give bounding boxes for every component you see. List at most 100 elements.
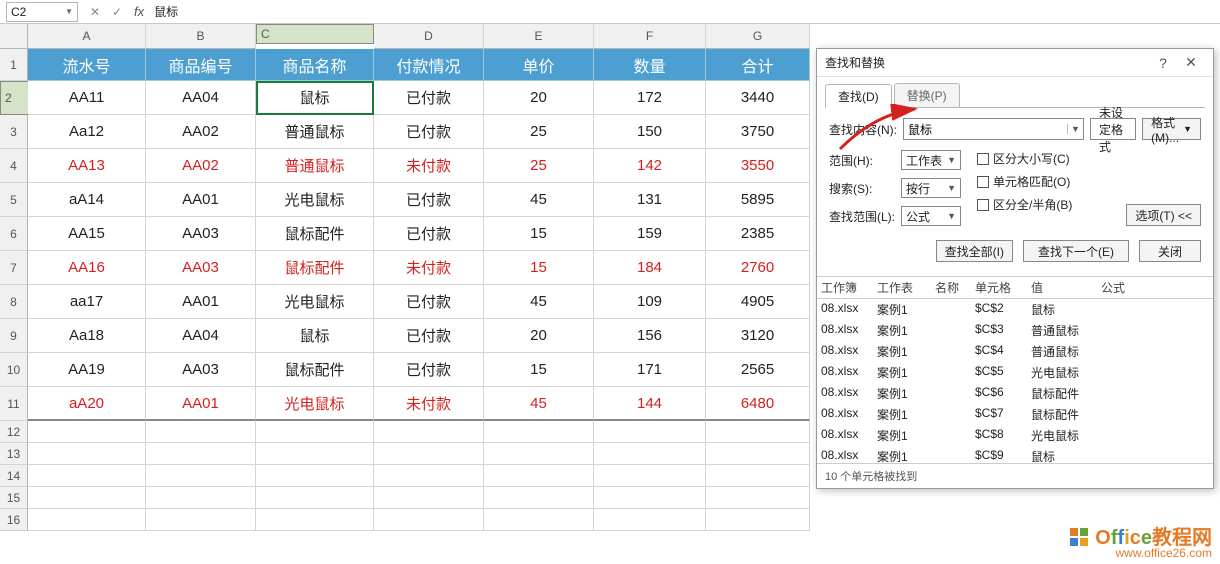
cell[interactable]: AA13 xyxy=(28,149,146,183)
cell[interactable]: 144 xyxy=(594,387,706,421)
cell[interactable]: Aa18 xyxy=(28,319,146,353)
cell[interactable]: 已付款 xyxy=(374,353,484,387)
cell[interactable] xyxy=(374,443,484,465)
cell[interactable]: AA03 xyxy=(146,353,256,387)
cell[interactable]: 25 xyxy=(484,115,594,149)
cell[interactable]: 光电鼠标 xyxy=(256,387,374,421)
cell[interactable]: 45 xyxy=(484,285,594,319)
cell[interactable]: 未付款 xyxy=(374,149,484,183)
row-header-7[interactable]: 7 xyxy=(0,251,28,285)
row-header-15[interactable]: 15 xyxy=(0,487,28,509)
cell[interactable]: 已付款 xyxy=(374,285,484,319)
cell[interactable] xyxy=(594,443,706,465)
header-cell[interactable]: 流水号 xyxy=(28,49,146,81)
result-row[interactable]: 08.xlsx案例1$C$2鼠标 xyxy=(817,299,1213,320)
cell[interactable] xyxy=(146,421,256,443)
cell[interactable]: 5895 xyxy=(706,183,810,217)
match-case-checkbox[interactable]: 区分大小写(C) xyxy=(977,150,1072,167)
cell[interactable]: 4905 xyxy=(706,285,810,319)
row-header-12[interactable]: 12 xyxy=(0,421,28,443)
cell[interactable] xyxy=(484,487,594,509)
cell[interactable]: 已付款 xyxy=(374,183,484,217)
cell[interactable]: 159 xyxy=(594,217,706,251)
cell[interactable] xyxy=(484,421,594,443)
cell[interactable] xyxy=(374,465,484,487)
find-next-button[interactable]: 查找下一个(E) xyxy=(1023,240,1129,262)
cell[interactable]: 光电鼠标 xyxy=(256,183,374,217)
cell[interactable]: 光电鼠标 xyxy=(256,285,374,319)
cell[interactable]: AA11 xyxy=(28,81,146,115)
cell[interactable] xyxy=(594,421,706,443)
result-row[interactable]: 08.xlsx案例1$C$9鼠标 xyxy=(817,446,1213,463)
cell[interactable] xyxy=(28,487,146,509)
row-header-8[interactable]: 8 xyxy=(0,285,28,319)
cell[interactable]: 普通鼠标 xyxy=(256,115,374,149)
cell[interactable]: 2565 xyxy=(706,353,810,387)
row-header-6[interactable]: 6 xyxy=(0,217,28,251)
cell[interactable]: aa17 xyxy=(28,285,146,319)
no-format-button[interactable]: 未设定格式 xyxy=(1090,118,1136,140)
cell[interactable]: 15 xyxy=(484,217,594,251)
cell[interactable]: AA15 xyxy=(28,217,146,251)
cell[interactable] xyxy=(484,465,594,487)
cell[interactable]: 15 xyxy=(484,353,594,387)
cell[interactable]: AA01 xyxy=(146,285,256,319)
close-button[interactable]: 关闭 xyxy=(1139,240,1201,262)
row-header-4[interactable]: 4 xyxy=(0,149,28,183)
results-list[interactable]: 08.xlsx案例1$C$2鼠标08.xlsx案例1$C$3普通鼠标08.xls… xyxy=(817,299,1213,463)
cell[interactable] xyxy=(374,487,484,509)
formula-input[interactable]: 鼠标 xyxy=(150,3,1220,20)
cell[interactable]: AA02 xyxy=(146,115,256,149)
cell[interactable]: 15 xyxy=(484,251,594,285)
cell[interactable]: 3750 xyxy=(706,115,810,149)
col-header-G[interactable]: G xyxy=(706,24,810,49)
cell[interactable] xyxy=(28,509,146,531)
cell[interactable] xyxy=(256,421,374,443)
cell[interactable] xyxy=(374,509,484,531)
col-header-C[interactable]: C xyxy=(256,24,374,44)
cell[interactable] xyxy=(28,443,146,465)
cell[interactable]: AA03 xyxy=(146,251,256,285)
find-all-button[interactable]: 查找全部(I) xyxy=(936,240,1013,262)
col-header-E[interactable]: E xyxy=(484,24,594,49)
row-header-14[interactable]: 14 xyxy=(0,465,28,487)
format-button[interactable]: 格式(M)...▼ xyxy=(1142,118,1201,140)
accept-icon[interactable]: ✓ xyxy=(110,5,124,19)
cell[interactable] xyxy=(484,509,594,531)
cell[interactable] xyxy=(706,421,810,443)
cell[interactable]: aA14 xyxy=(28,183,146,217)
cell[interactable]: AA04 xyxy=(146,319,256,353)
row-header-10[interactable]: 10 xyxy=(0,353,28,387)
cell[interactable]: 6480 xyxy=(706,387,810,421)
cell[interactable]: 109 xyxy=(594,285,706,319)
cell[interactable]: 131 xyxy=(594,183,706,217)
cell[interactable]: 已付款 xyxy=(374,81,484,115)
cell[interactable]: 3440 xyxy=(706,81,810,115)
cell[interactable]: 鼠标 xyxy=(256,81,374,115)
cell[interactable]: AA03 xyxy=(146,217,256,251)
header-cell[interactable]: 数量 xyxy=(594,49,706,81)
cell[interactable] xyxy=(594,465,706,487)
cell[interactable]: 45 xyxy=(484,183,594,217)
cell[interactable]: 184 xyxy=(594,251,706,285)
cell[interactable] xyxy=(28,465,146,487)
cell[interactable]: 20 xyxy=(484,81,594,115)
row-header-13[interactable]: 13 xyxy=(0,443,28,465)
cell[interactable]: 鼠标 xyxy=(256,319,374,353)
row-header-16[interactable]: 16 xyxy=(0,509,28,531)
cell[interactable]: 150 xyxy=(594,115,706,149)
cell[interactable]: 172 xyxy=(594,81,706,115)
row-header-5[interactable]: 5 xyxy=(0,183,28,217)
row-header-11[interactable]: 11 xyxy=(0,387,28,421)
result-row[interactable]: 08.xlsx案例1$C$4普通鼠标 xyxy=(817,341,1213,362)
cell[interactable]: 171 xyxy=(594,353,706,387)
cell[interactable] xyxy=(484,443,594,465)
cell[interactable]: 25 xyxy=(484,149,594,183)
cell[interactable]: Aa12 xyxy=(28,115,146,149)
cell[interactable] xyxy=(28,421,146,443)
cell[interactable]: 3120 xyxy=(706,319,810,353)
select-all-corner[interactable] xyxy=(0,24,28,49)
header-cell[interactable]: 付款情况 xyxy=(374,49,484,81)
cell[interactable]: 156 xyxy=(594,319,706,353)
tab-replace[interactable]: 替换(P) xyxy=(894,83,960,107)
